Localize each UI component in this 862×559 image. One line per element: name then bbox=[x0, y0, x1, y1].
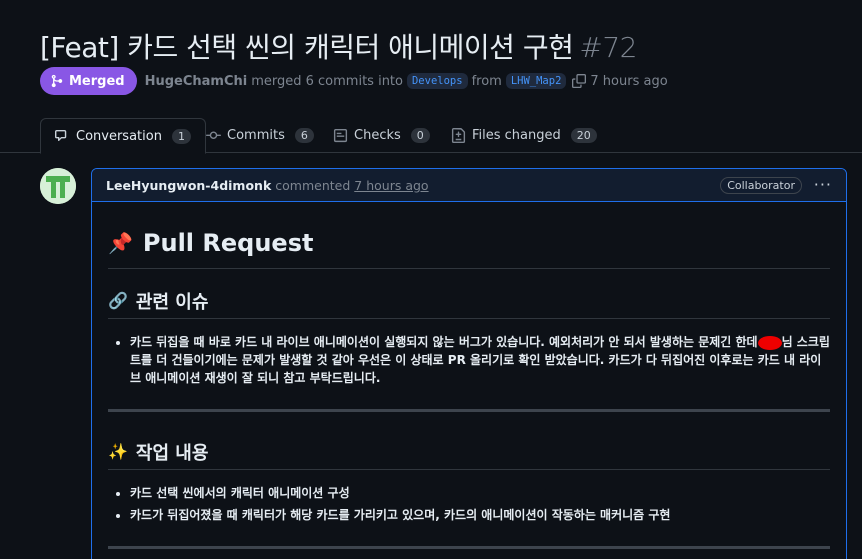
comment-author[interactable]: LeeHyungwon-4dimonk bbox=[106, 178, 271, 193]
tab-checks[interactable]: Checks 0 bbox=[333, 118, 430, 153]
tab-files-changed[interactable]: Files changed 20 bbox=[451, 118, 597, 153]
tab-files-changed-count: 20 bbox=[570, 128, 597, 143]
comment-time[interactable]: 7 hours ago bbox=[354, 178, 428, 193]
pr-number: #72 bbox=[579, 31, 637, 64]
list-item: 카드 선택 씬에서의 캐릭터 애니메이션 구성 bbox=[130, 484, 830, 502]
related-issue-title: 관련 이슈 bbox=[135, 291, 209, 313]
tab-conversation-count: 1 bbox=[171, 128, 191, 144]
pr-author-link[interactable]: HugeChamChi bbox=[145, 74, 248, 89]
collaborator-badge: Collaborator bbox=[720, 177, 802, 194]
comment-body: 📌 Pull Request 🔗 관련 이슈 카드 뒤집을 때 바로 카드 내 … bbox=[92, 217, 846, 549]
work-content-heading: ✨ 작업 내용 bbox=[108, 434, 830, 470]
issue-text-part-a: 카드 뒤집을 때 바로 카드 내 라이브 애니메이션이 실행되지 않는 버그가 … bbox=[130, 335, 758, 349]
redacted-mark bbox=[757, 335, 782, 350]
work-content-list: 카드 선택 씬에서의 캐릭터 애니메이션 구성 카드가 뒤집어졌을 때 캐릭터가… bbox=[108, 484, 830, 524]
related-issue-heading: 🔗 관련 이슈 bbox=[108, 283, 830, 319]
merge-text: merged 6 commits into bbox=[251, 73, 403, 89]
tab-conversation-label: Conversation bbox=[76, 128, 162, 144]
link-icon: 🔗 bbox=[108, 291, 128, 310]
merge-time: 7 hours ago bbox=[590, 73, 668, 89]
tab-commits[interactable]: Commits 6 bbox=[206, 118, 314, 153]
head-branch[interactable]: LHW_Map2 bbox=[505, 73, 567, 89]
copy-icon[interactable] bbox=[572, 74, 587, 88]
merge-icon bbox=[51, 74, 63, 88]
pr-heading: 📌 Pull Request bbox=[108, 217, 830, 269]
tab-checks-count: 0 bbox=[410, 128, 430, 143]
tab-conversation[interactable]: Conversation 1 bbox=[40, 118, 206, 154]
tab-files-changed-label: Files changed bbox=[472, 128, 561, 143]
pr-title: [Feat] 카드 선택 씬의 캐릭터 애니메이션 구현 bbox=[40, 31, 574, 64]
pr-tabs: Conversation 1 Commits 6 Checks 0 Files … bbox=[0, 118, 862, 154]
avatar[interactable] bbox=[40, 168, 76, 204]
sparkles-icon: ✨ bbox=[108, 442, 128, 461]
base-branch[interactable]: Develops bbox=[406, 73, 468, 89]
commit-icon bbox=[206, 131, 221, 140]
pushpin-icon: 📌 bbox=[108, 230, 133, 255]
tab-checks-label: Checks bbox=[354, 128, 401, 143]
checks-icon bbox=[333, 128, 348, 143]
merged-label: Merged bbox=[69, 73, 125, 89]
list-item: 카드 뒤집을 때 바로 카드 내 라이브 애니메이션이 실행되지 않는 버그가 … bbox=[130, 333, 830, 387]
divider bbox=[108, 546, 830, 549]
pr-description-comment: LeeHyungwon-4dimonk commented 7 hours ag… bbox=[91, 168, 847, 559]
kebab-menu-icon[interactable]: ··· bbox=[814, 175, 832, 194]
work-content-title: 작업 내용 bbox=[135, 442, 209, 464]
list-item: 카드가 뒤집어졌을 때 캐릭터가 해당 카드를 가리키고 있으며, 카드의 애니… bbox=[130, 506, 830, 524]
pr-meta: Merged HugeChamChi merged 6 commits into… bbox=[40, 67, 668, 95]
from-text: from bbox=[471, 73, 502, 89]
conversation-icon bbox=[55, 129, 67, 141]
tab-commits-count: 6 bbox=[294, 128, 314, 143]
divider bbox=[108, 409, 830, 412]
merged-badge: Merged bbox=[40, 67, 137, 95]
file-diff-icon bbox=[451, 128, 466, 143]
comment-action: commented bbox=[275, 177, 351, 193]
related-issue-list: 카드 뒤집을 때 바로 카드 내 라이브 애니메이션이 실행되지 않는 버그가 … bbox=[108, 333, 830, 387]
tab-commits-label: Commits bbox=[227, 128, 285, 143]
pr-heading-text: Pull Request bbox=[142, 228, 314, 257]
comment-header: LeeHyungwon-4dimonk commented 7 hours ag… bbox=[92, 169, 846, 202]
page-title: [Feat] 카드 선택 씬의 캐릭터 애니메이션 구현 #72 bbox=[40, 26, 637, 66]
